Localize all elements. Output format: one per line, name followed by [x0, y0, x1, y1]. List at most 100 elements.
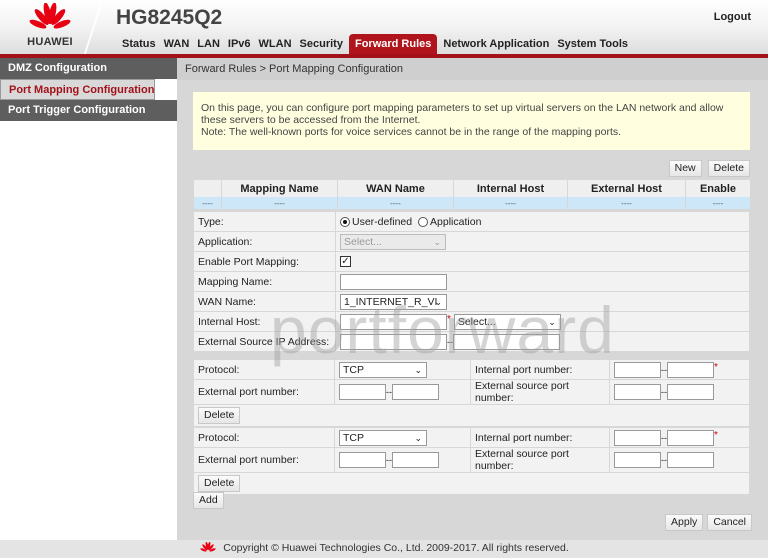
delete-port-entry-button[interactable]: Delete — [198, 475, 241, 492]
col-wan-name: WAN Name — [337, 180, 454, 197]
protocol-select-value: TCP — [343, 363, 364, 376]
enable-label: Enable Port Mapping: — [193, 251, 336, 272]
brand-name: HUAWEI — [27, 36, 73, 48]
sidebar-item-dmz[interactable]: DMZ Configuration — [0, 58, 177, 79]
external-port-end-input[interactable] — [392, 452, 439, 468]
internal-port-end-input[interactable] — [667, 429, 714, 446]
nav-lan[interactable]: LAN — [193, 34, 224, 54]
logout-link[interactable]: Logout — [714, 11, 751, 23]
mapping-name-label: Mapping Name: — [193, 271, 336, 292]
radio-user-defined[interactable] — [340, 216, 350, 227]
required-marker: * — [714, 361, 718, 373]
nav-system-tools[interactable]: System Tools — [553, 34, 632, 54]
port-entry-2: Protocol: TCP ⌄ Internal port number: -- *… — [193, 427, 750, 495]
nav-status[interactable]: Status — [118, 34, 160, 54]
radio-application[interactable] — [418, 216, 429, 227]
required-marker: * — [714, 429, 718, 441]
application-select[interactable]: Select... ⌄ — [340, 233, 446, 250]
radio-user-defined-label: User-defined — [352, 215, 413, 228]
external-port-label: External port number: — [193, 379, 335, 405]
huawei-flower-icon — [200, 542, 216, 552]
internal-host-select[interactable]: Select... ⌄ — [453, 313, 561, 330]
internal-host-select-value: Select... — [457, 315, 496, 328]
huawei-logo: HUAWEI — [18, 3, 82, 53]
internal-port-start-input[interactable] — [614, 361, 661, 378]
internal-port-end-input[interactable] — [667, 361, 714, 378]
internal-port-start-input[interactable] — [614, 429, 661, 446]
chevron-down-icon: ⌄ — [548, 316, 556, 327]
internal-port-label: Internal port number: — [470, 359, 610, 380]
add-port-entry-button[interactable]: Add — [193, 492, 224, 509]
external-source-port-end-input[interactable] — [667, 452, 714, 468]
cell: ---- — [337, 197, 454, 209]
breadcrumb: Forward Rules > Port Mapping Configurati… — [177, 58, 768, 80]
ext-src-ip-end-input[interactable] — [453, 333, 560, 350]
cell: ---- — [193, 197, 222, 209]
nav-security[interactable]: Security — [296, 34, 347, 54]
ext-src-ip-start-input[interactable] — [340, 333, 447, 350]
protocol-label: Protocol: — [193, 427, 335, 448]
col-internal-host: Internal Host — [453, 180, 568, 197]
main-content: Forward Rules > Port Mapping Configurati… — [177, 58, 768, 540]
protocol-select[interactable]: TCP ⌄ — [339, 429, 427, 446]
external-source-port-end-input[interactable] — [667, 384, 714, 400]
device-model: HG8245Q2 — [116, 6, 223, 29]
wan-name-select[interactable]: 1_INTERNET_R_VI ⌄ — [340, 293, 447, 310]
col-external-host: External Host — [567, 180, 686, 197]
required-marker: * — [447, 313, 451, 325]
ext-src-ip-label: External Source IP Address: — [193, 331, 336, 352]
external-source-port-start-input[interactable] — [614, 452, 661, 468]
nav-forward-rules[interactable]: Forward Rules — [348, 34, 438, 54]
sidebar-item-port-trigger[interactable]: Port Trigger Configuration — [0, 100, 177, 121]
protocol-select-value: TCP — [343, 431, 364, 444]
cancel-button[interactable]: Cancel — [707, 514, 752, 531]
external-port-label: External port number: — [193, 447, 335, 473]
nav-network-application[interactable]: Network Application — [439, 34, 553, 54]
list-actions: New Delete — [668, 160, 750, 177]
port-entry-1: Protocol: TCP ⌄ Internal port number: -- *… — [193, 359, 750, 427]
col-enable: Enable — [685, 180, 750, 197]
type-label: Type: — [193, 211, 336, 232]
protocol-label: Protocol: — [193, 359, 335, 380]
external-source-port-start-input[interactable] — [614, 384, 661, 400]
new-button[interactable]: New — [668, 160, 702, 177]
copyright-text: Copyright © Huawei Technologies Co., Ltd… — [223, 542, 569, 554]
protocol-select[interactable]: TCP ⌄ — [339, 361, 427, 378]
delete-button[interactable]: Delete — [707, 160, 750, 177]
delete-port-entry-button[interactable]: Delete — [198, 407, 241, 424]
mapping-name-input[interactable] — [340, 273, 447, 290]
nav-ipv6[interactable]: IPv6 — [224, 34, 255, 54]
mapping-form: Type: User-defined Application Applicati… — [193, 211, 750, 352]
cell: ---- — [685, 197, 750, 209]
col-select — [193, 180, 222, 197]
table-header: Mapping Name WAN Name Internal Host Exte… — [193, 180, 750, 197]
sidebar-item-port-mapping[interactable]: Port Mapping Configuration — [0, 79, 156, 100]
header-divider — [83, 4, 103, 54]
col-mapping-name: Mapping Name — [221, 180, 338, 197]
wan-name-select-value: 1_INTERNET_R_VI — [344, 295, 438, 308]
enable-port-mapping-checkbox[interactable]: ✓ — [340, 256, 351, 268]
radio-application-label: Application — [430, 215, 482, 228]
table-row[interactable]: ---- ---- ---- ---- ---- ---- — [193, 197, 750, 209]
notice-note: Note: The well-known ports for voice ser… — [201, 126, 622, 138]
nav-wlan[interactable]: WLAN — [255, 34, 296, 54]
external-source-port-label: External source port number: — [470, 379, 610, 405]
header: HUAWEI HG8245Q2 Logout Status WAN LAN IP… — [0, 0, 768, 58]
nav-wan[interactable]: WAN — [160, 34, 194, 54]
external-source-port-label: External source port number: — [470, 447, 610, 473]
internal-port-label: Internal port number: — [470, 427, 610, 448]
apply-button[interactable]: Apply — [665, 514, 704, 531]
notice-text: On this page, you can configure port map… — [201, 102, 724, 126]
external-port-start-input[interactable] — [339, 452, 386, 468]
form-actions: Apply Cancel — [665, 514, 752, 531]
external-port-start-input[interactable] — [339, 384, 386, 400]
cell: ---- — [221, 197, 338, 209]
application-label: Application: — [193, 231, 336, 252]
external-port-end-input[interactable] — [392, 384, 439, 400]
application-select-value: Select... — [344, 235, 382, 248]
footer: Copyright © Huawei Technologies Co., Ltd… — [0, 540, 768, 558]
chevron-down-icon: ⌄ — [414, 364, 422, 375]
info-notice: On this page, you can configure port map… — [193, 92, 750, 150]
internal-host-input[interactable] — [340, 313, 447, 330]
sidebar: DMZ Configuration Port Mapping Configura… — [0, 58, 177, 540]
